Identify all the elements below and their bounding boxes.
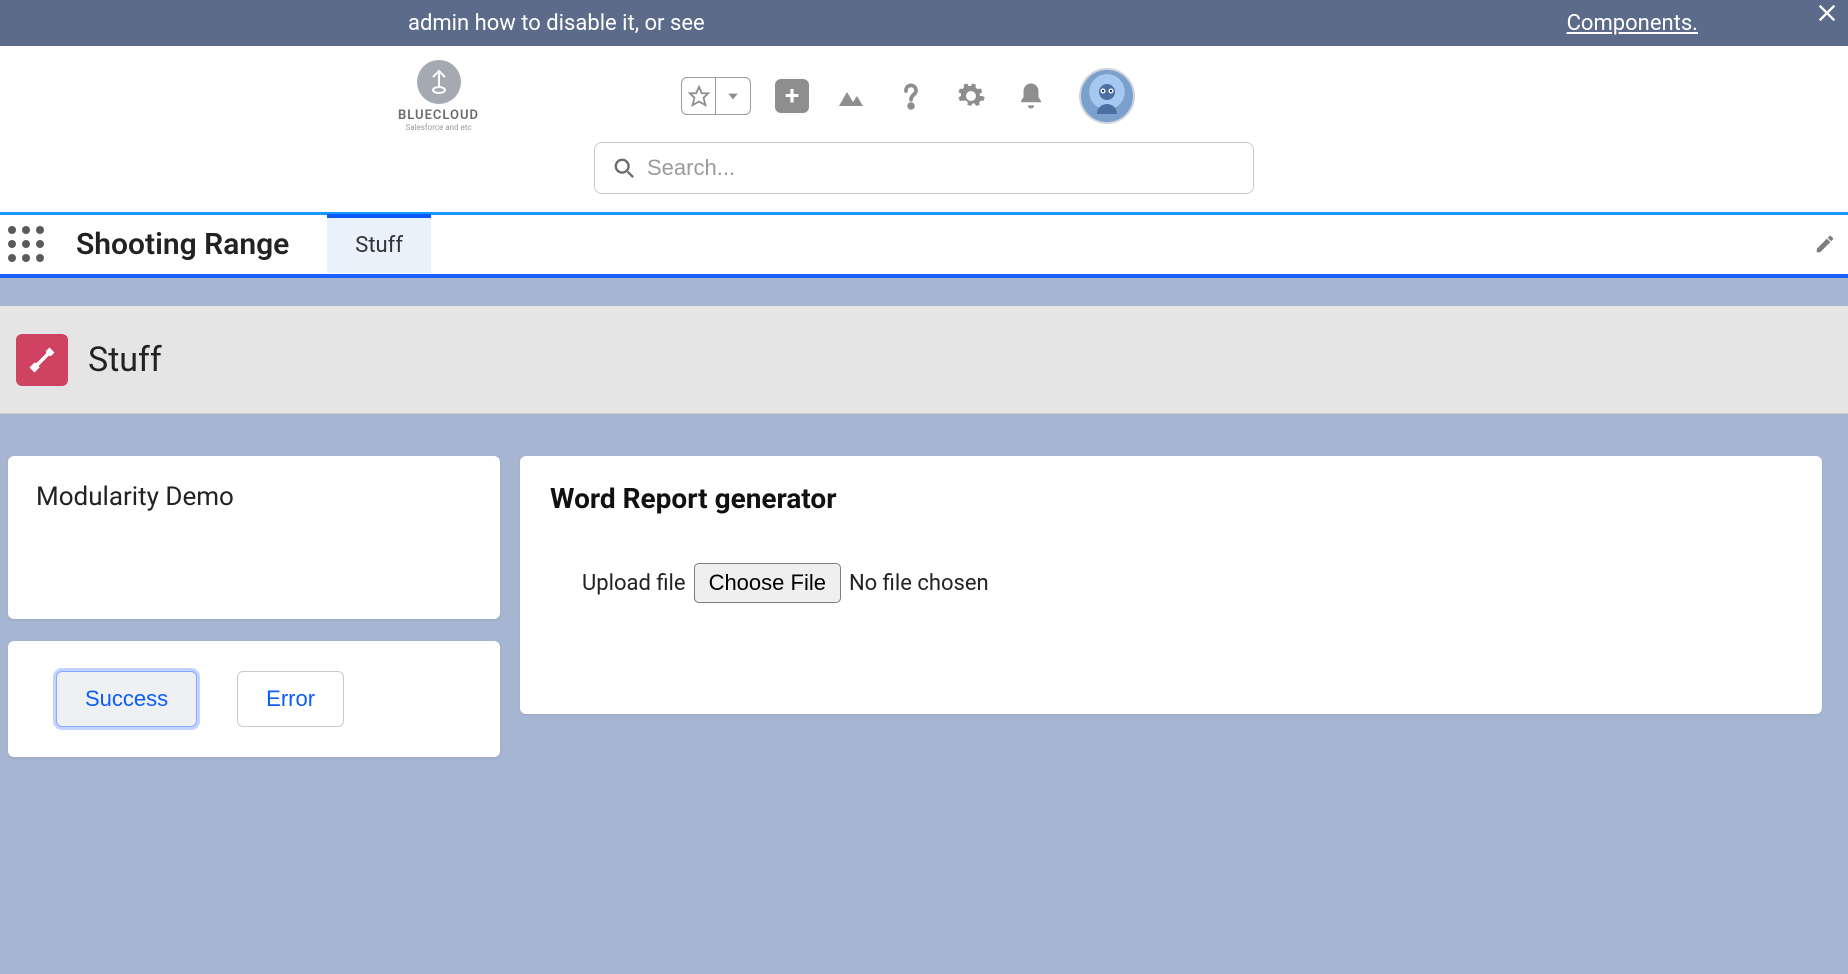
choose-file-button[interactable]: Choose File [694,563,841,603]
search-icon [613,157,635,179]
page-title: Stuff [88,340,162,380]
chevron-down-icon[interactable] [716,78,750,114]
wrench-icon [16,334,68,386]
app-name: Shooting Range [76,227,289,262]
content-area: Modularity Demo Success Error Word Repor… [0,414,1848,974]
help-icon[interactable] [893,78,929,114]
banner-text: admin how to disable it, or see [408,11,705,36]
trailhead-icon[interactable] [833,78,869,114]
search-input[interactable] [647,155,1235,181]
global-search[interactable] [594,142,1254,194]
system-banner: admin how to disable it, or see Componen… [0,0,1848,46]
report-card: Word Report generator Upload file Choose… [520,456,1822,714]
star-icon[interactable] [682,78,716,114]
button-row: Success Error [36,667,472,731]
success-button[interactable]: Success [56,671,197,727]
brand-logo[interactable]: BLUECLOUD Salesforce and etc [398,60,479,132]
app-nav: Shooting Range Stuff [0,212,1848,278]
brand-tagline: Salesforce and etc [405,123,471,132]
pencil-icon[interactable] [1814,233,1836,255]
page-header: Stuff [0,306,1848,414]
header-actions: + [681,68,1135,124]
gear-icon[interactable] [953,78,989,114]
upload-row: Upload file Choose File No file chosen [582,563,1792,603]
bell-icon[interactable] [1013,78,1049,114]
brand-icon [417,60,461,104]
brand-name: BLUECLOUD [398,108,479,123]
upload-label: Upload file [582,571,686,596]
global-header: BLUECLOUD Salesforce and etc + [0,46,1848,136]
modularity-title: Modularity Demo [36,482,472,512]
tab-stuff[interactable]: Stuff [327,214,431,273]
favorites-split-button[interactable] [681,77,751,115]
context-stripe [0,278,1848,306]
report-title: Word Report generator [550,482,1792,515]
file-status: No file chosen [849,571,989,596]
error-button[interactable]: Error [237,671,344,727]
search-row [0,136,1848,212]
global-add-button[interactable]: + [775,79,809,113]
buttons-card: Success Error [8,641,500,757]
modularity-card: Modularity Demo [8,456,500,619]
close-icon[interactable] [1816,2,1838,24]
app-launcher-icon[interactable] [8,226,46,264]
avatar[interactable] [1079,68,1135,124]
banner-link[interactable]: Components. [1567,11,1698,36]
left-column: Modularity Demo Success Error [8,456,500,757]
